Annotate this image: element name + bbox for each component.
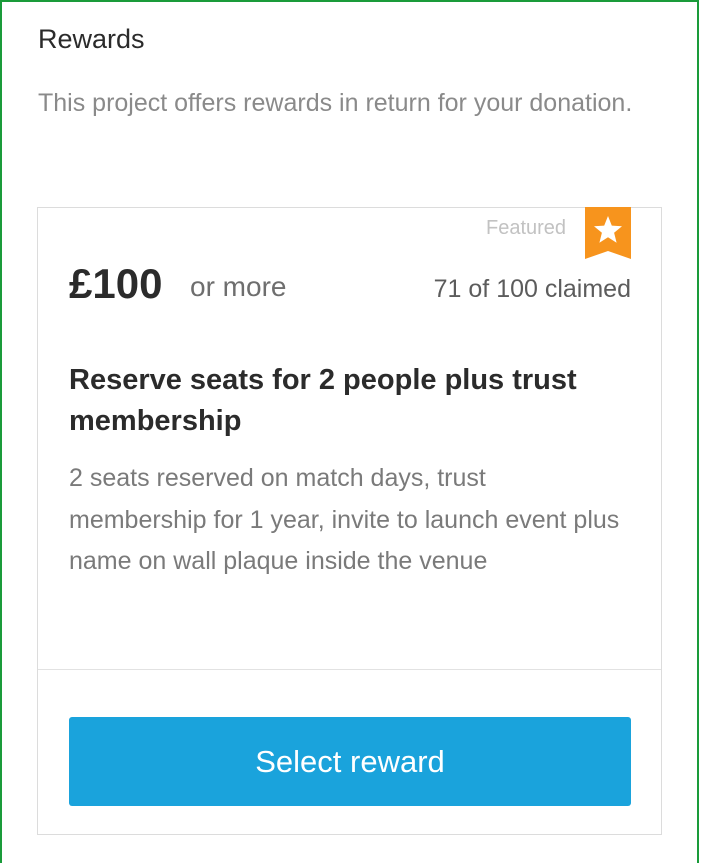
star-icon bbox=[585, 207, 631, 259]
rewards-description: This project offers rewards in return fo… bbox=[38, 89, 633, 117]
claimed-count: 71 of 100 claimed bbox=[433, 275, 631, 303]
reward-price: £100 bbox=[69, 260, 163, 307]
select-reward-button[interactable]: Select reward bbox=[69, 717, 631, 806]
reward-card: Featured £100 or more 71 of 100 claimed … bbox=[37, 207, 662, 835]
reward-description: 2 seats reserved on match days, trust me… bbox=[69, 464, 620, 575]
rewards-heading: Rewards bbox=[38, 24, 145, 54]
card-divider bbox=[38, 669, 661, 670]
reward-price-suffix: or more bbox=[190, 271, 287, 302]
reward-title: Reserve seats for 2 people plus trust me… bbox=[69, 364, 577, 437]
featured-label: Featured bbox=[486, 217, 567, 239]
